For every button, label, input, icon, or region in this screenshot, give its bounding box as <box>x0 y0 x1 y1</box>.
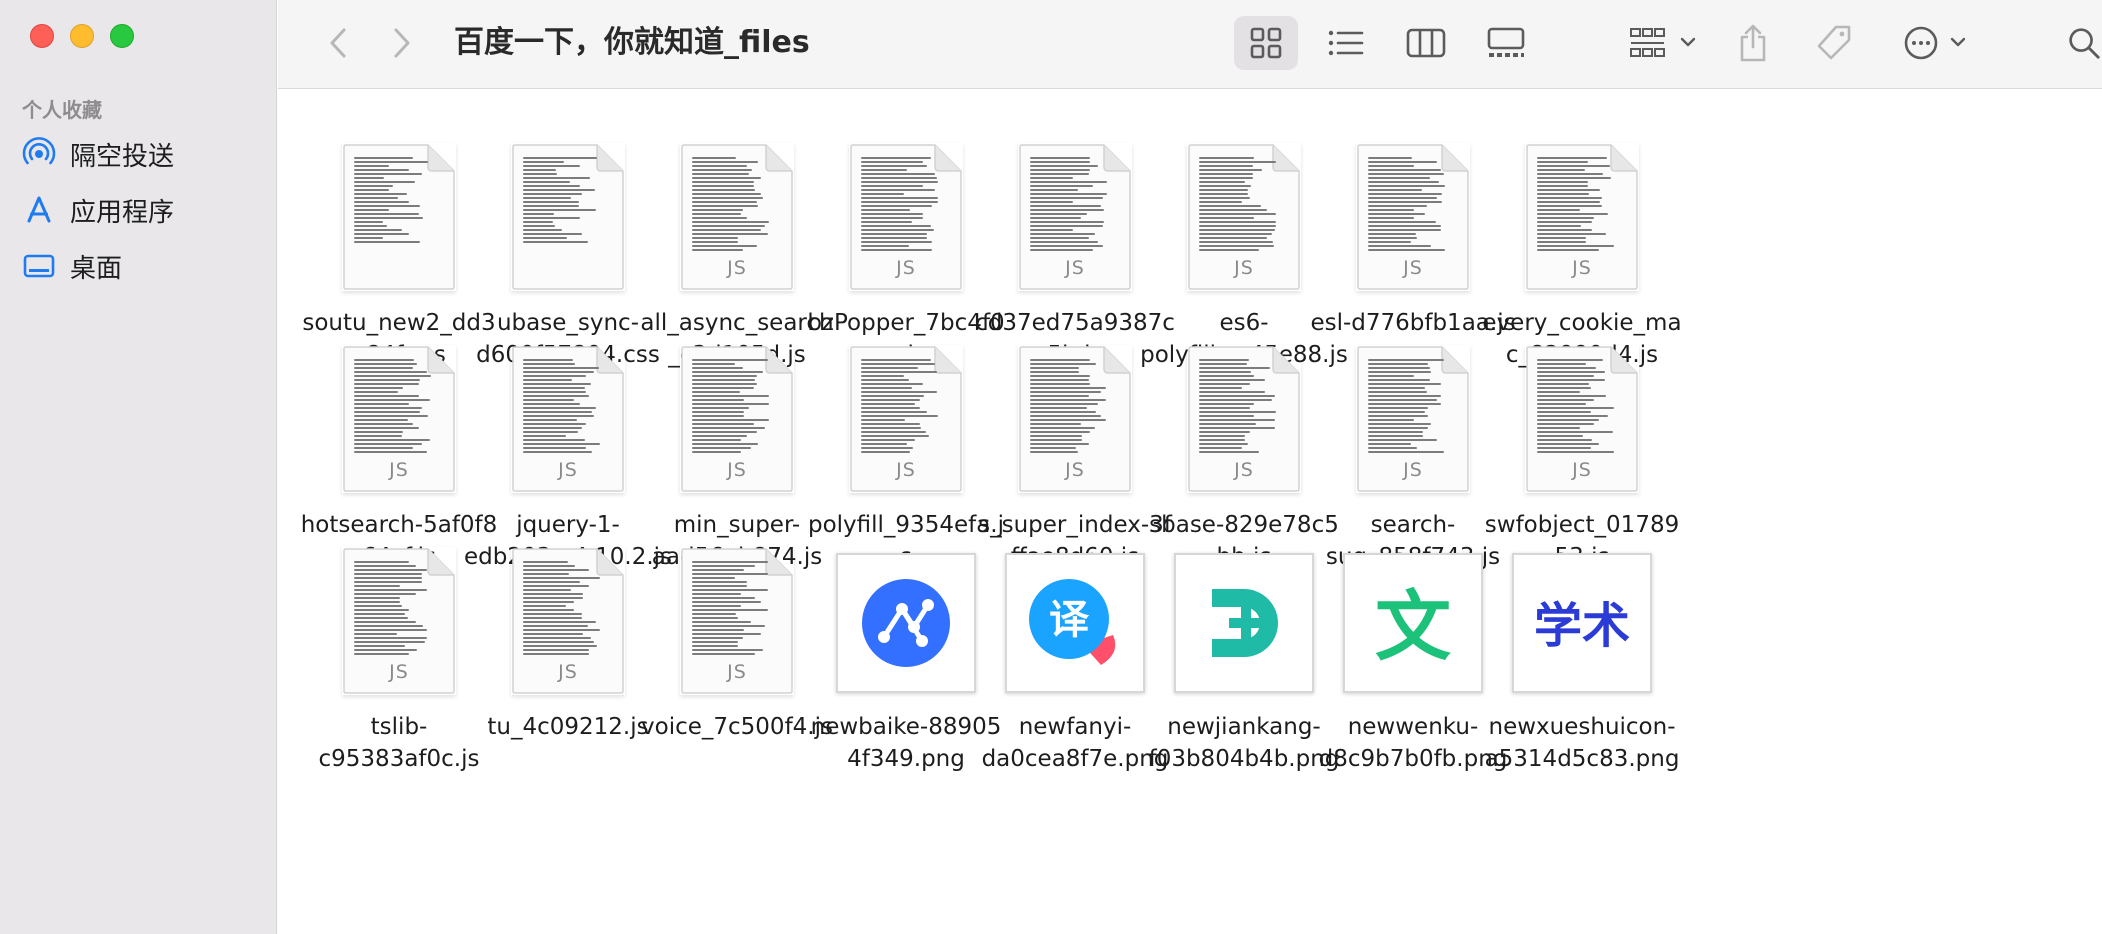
document-icon <box>511 143 625 291</box>
wenku-glyph: 文 <box>1375 582 1451 669</box>
file-icon: JS <box>1469 131 1695 291</box>
share-icon <box>1740 24 1766 62</box>
document-icon: JS <box>849 143 963 291</box>
gallery-view-button[interactable] <box>1474 16 1538 70</box>
forward-button[interactable] <box>382 16 422 70</box>
applications-icon <box>27 196 51 223</box>
js-badge: JS <box>1403 257 1423 279</box>
toolbar: 百度一下，你就知道_files <box>278 0 2102 89</box>
group-icon <box>1630 28 1696 57</box>
document-icon: JS <box>849 345 963 493</box>
jiankang-logo-icon <box>1212 589 1278 657</box>
more-icon <box>1904 26 1966 60</box>
js-badge: JS <box>1065 257 1085 279</box>
desktop-icon <box>23 254 55 278</box>
sidebar-item-applications[interactable]: 应用程序 <box>22 188 262 232</box>
image-thumbnail <box>836 553 976 693</box>
js-badge: JS <box>1234 257 1254 279</box>
document-icon: JS <box>1356 143 1470 291</box>
search-icon <box>2069 28 2100 59</box>
icon-view-button[interactable] <box>1234 16 1298 70</box>
image-thumbnail: 译 <box>1005 553 1145 693</box>
columns-icon <box>1406 28 1446 58</box>
gallery-icon <box>1487 27 1525 57</box>
js-badge: JS <box>1234 459 1254 481</box>
js-badge: JS <box>896 459 916 481</box>
group-menu-button[interactable] <box>1622 16 1704 70</box>
image-thumbnail: 学术 <box>1512 553 1652 693</box>
js-badge: JS <box>896 257 916 279</box>
sidebar-item-label: 桌面 <box>70 253 123 284</box>
baike-logo-icon <box>862 579 950 667</box>
js-badge: JS <box>389 661 409 683</box>
file-grid: soutu_new2_dd3 a84f.cssubase_sync- d600f… <box>278 89 2102 934</box>
js-badge: JS <box>1065 459 1085 481</box>
document-icon: JS <box>511 345 625 493</box>
chevron-right-icon <box>394 28 410 58</box>
js-badge: JS <box>558 661 578 683</box>
js-badge: JS <box>558 459 578 481</box>
document-icon: JS <box>1525 345 1639 493</box>
window-title: 百度一下，你就知道_files <box>454 25 810 60</box>
tag-button[interactable] <box>1806 16 1862 70</box>
js-badge: JS <box>1403 459 1423 481</box>
document-icon: JS <box>511 547 625 695</box>
js-badge: JS <box>1572 257 1592 279</box>
js-badge: JS <box>727 257 747 279</box>
document-icon: JS <box>342 345 456 493</box>
grid-icon <box>1250 27 1282 59</box>
fanyi-glyph: 译 <box>1049 597 1090 643</box>
xueshu-logo-icon: 学术 <box>1534 598 1630 654</box>
xueshu-glyph: 学术 <box>1534 598 1630 654</box>
search-button[interactable] <box>2064 16 2102 70</box>
file-item[interactable]: 学术 newxueshuicon- a5314d5c83.png <box>1469 493 1695 772</box>
list-icon <box>1328 30 1364 56</box>
sidebar-section-favorites: 个人收藏 <box>22 98 102 122</box>
zoom-button[interactable] <box>110 24 134 48</box>
chevron-left-icon <box>330 28 346 58</box>
js-badge: JS <box>727 661 747 683</box>
js-badge: JS <box>1572 459 1592 481</box>
sidebar: 个人收藏 隔空投送 应用程序 桌面 <box>0 0 277 934</box>
document-icon: JS <box>1018 143 1132 291</box>
sidebar-item-airdrop[interactable]: 隔空投送 <box>22 132 262 176</box>
document-icon: JS <box>680 345 794 493</box>
document-icon: JS <box>1356 345 1470 493</box>
close-button[interactable] <box>30 24 54 48</box>
document-icon: JS <box>1525 143 1639 291</box>
minimize-button[interactable] <box>70 24 94 48</box>
file-name: newxueshuicon- a5314d5c83.png <box>1484 714 1680 772</box>
document-icon: JS <box>680 143 794 291</box>
document-icon: JS <box>342 547 456 695</box>
sidebar-item-desktop[interactable]: 桌面 <box>22 244 262 288</box>
document-icon: JS <box>1187 345 1301 493</box>
file-icon: JS <box>1469 333 1695 493</box>
js-badge: JS <box>389 459 409 481</box>
sidebar-item-label: 应用程序 <box>70 197 175 228</box>
airdrop-icon <box>22 137 56 165</box>
share-button[interactable] <box>1726 16 1780 70</box>
document-icon: JS <box>1187 143 1301 291</box>
document-icon <box>342 143 456 291</box>
more-menu-button[interactable] <box>1896 16 1978 70</box>
column-view-button[interactable] <box>1394 16 1458 70</box>
tag-icon <box>1817 25 1851 60</box>
document-icon: JS <box>680 547 794 695</box>
fanyi-logo-icon: 译 <box>1029 579 1116 665</box>
image-thumbnail: 文 <box>1343 553 1483 693</box>
document-icon: JS <box>1018 345 1132 493</box>
file-icon: 学术 <box>1469 535 1695 695</box>
image-thumbnail <box>1174 553 1314 693</box>
back-button[interactable] <box>318 16 358 70</box>
js-badge: JS <box>727 459 747 481</box>
wenku-logo-icon: 文 <box>1375 582 1451 669</box>
sidebar-item-label: 隔空投送 <box>70 141 175 172</box>
list-view-button[interactable] <box>1314 16 1378 70</box>
